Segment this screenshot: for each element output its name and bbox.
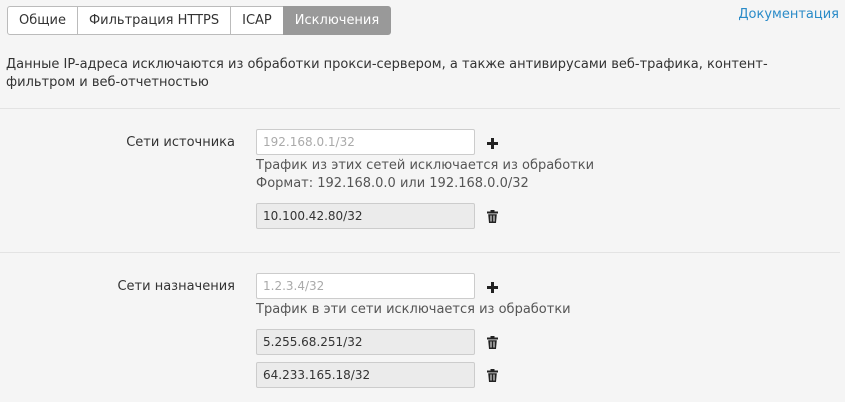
destination-network-input[interactable]: [256, 273, 475, 299]
tab-icap[interactable]: ICAP: [230, 6, 284, 35]
source-network-input[interactable]: [256, 129, 475, 155]
delete-destination-network-button[interactable]: [485, 334, 499, 350]
source-network-entry: 10.100.42.80/32: [256, 203, 475, 229]
trash-icon: [486, 335, 498, 349]
page-description: Данные IP-адреса исключаются из обработк…: [6, 57, 768, 90]
delete-destination-network-button[interactable]: [485, 367, 499, 383]
add-source-network-button[interactable]: [485, 135, 499, 151]
source-networks-format-hint: Формат: 192.168.0.0 или 192.168.0.0/32: [256, 176, 529, 191]
destination-networks-hint: Трафик в эти сети исключается из обработ…: [256, 302, 571, 317]
plus-icon: [486, 281, 498, 293]
trash-icon: [486, 368, 498, 382]
source-networks-label: Сети источника: [126, 135, 235, 150]
destination-network-entry: 5.255.68.251/32: [256, 329, 475, 355]
plus-icon: [486, 137, 498, 149]
documentation-link[interactable]: Документация: [738, 7, 839, 22]
divider: [0, 108, 840, 109]
divider: [0, 252, 840, 253]
trash-icon: [486, 209, 498, 223]
tab-https-filtering[interactable]: Фильтрация HTTPS: [76, 6, 232, 35]
destination-network-entry: 64.233.165.18/32: [256, 362, 475, 388]
tab-general[interactable]: Общие: [7, 6, 78, 35]
delete-source-network-button[interactable]: [485, 208, 499, 224]
tab-bar: Общие Фильтрация HTTPS ICAP Исключения: [7, 6, 392, 35]
add-destination-network-button[interactable]: [485, 279, 499, 295]
source-networks-hint: Трафик из этих сетей исключается из обра…: [256, 158, 595, 173]
destination-networks-label: Сети назначения: [117, 279, 235, 294]
tab-exclusions[interactable]: Исключения: [282, 6, 392, 35]
